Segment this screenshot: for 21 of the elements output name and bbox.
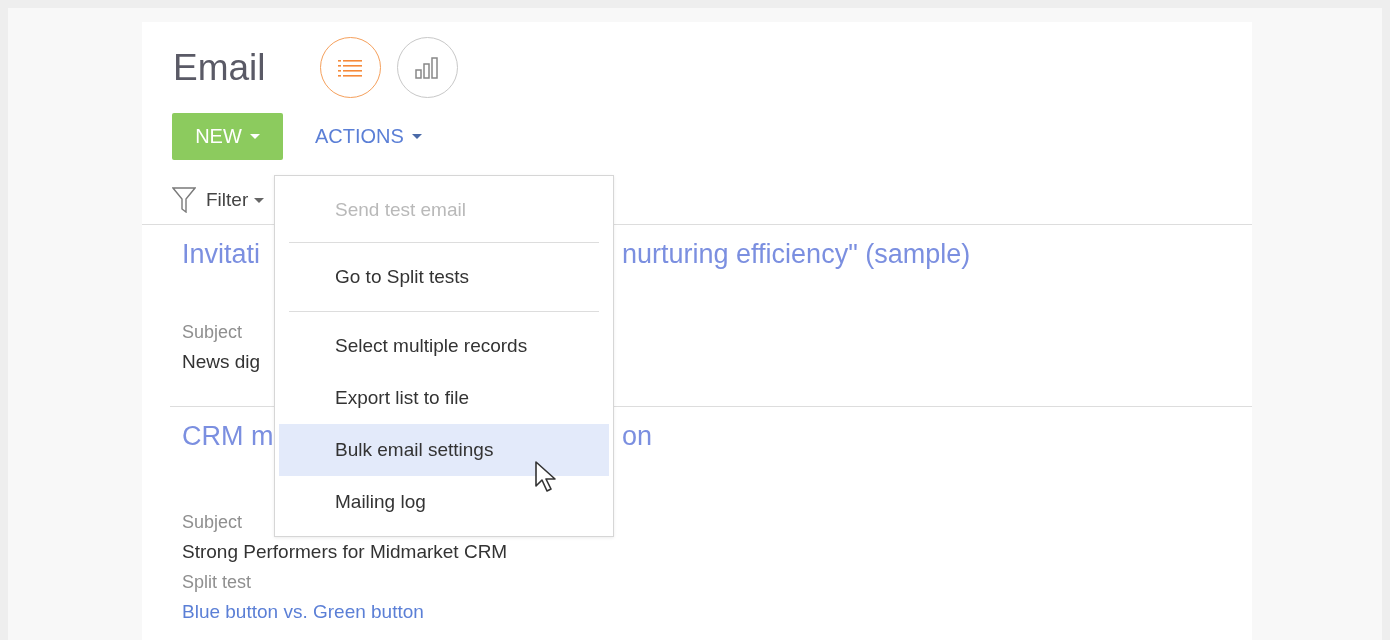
field-label: Subject <box>182 511 243 534</box>
menu-item[interactable]: Go to Split tests <box>279 251 609 303</box>
actions-button[interactable]: ACTIONS <box>305 125 432 148</box>
field-label: Split test <box>182 571 252 594</box>
split-test-link[interactable]: Blue button vs. Green button <box>182 597 424 627</box>
filter-button[interactable]: Filter <box>206 189 265 211</box>
field-label: Subject <box>182 321 243 344</box>
menu-item[interactable]: Export list to file <box>279 372 609 424</box>
menu-item[interactable]: Mailing log <box>279 476 609 528</box>
menu-item[interactable]: Select multiple records <box>279 320 609 372</box>
field-value: News dig <box>182 350 261 374</box>
field-value: Strong Performers for Midmarket CRM <box>182 540 508 564</box>
record-title[interactable]: Invitati <box>182 239 261 283</box>
record-title[interactable]: on <box>622 421 1252 465</box>
record-title[interactable]: CRM m <box>182 421 274 465</box>
record-title[interactable]: nurturing efficiency" (sample) <box>622 239 1252 283</box>
menu-item[interactable]: Bulk email settings <box>279 424 609 476</box>
new-button[interactable]: NEW <box>172 113 283 160</box>
page-title: Email <box>173 46 266 89</box>
filter-icon <box>172 187 196 213</box>
bar-chart-icon <box>414 55 441 80</box>
